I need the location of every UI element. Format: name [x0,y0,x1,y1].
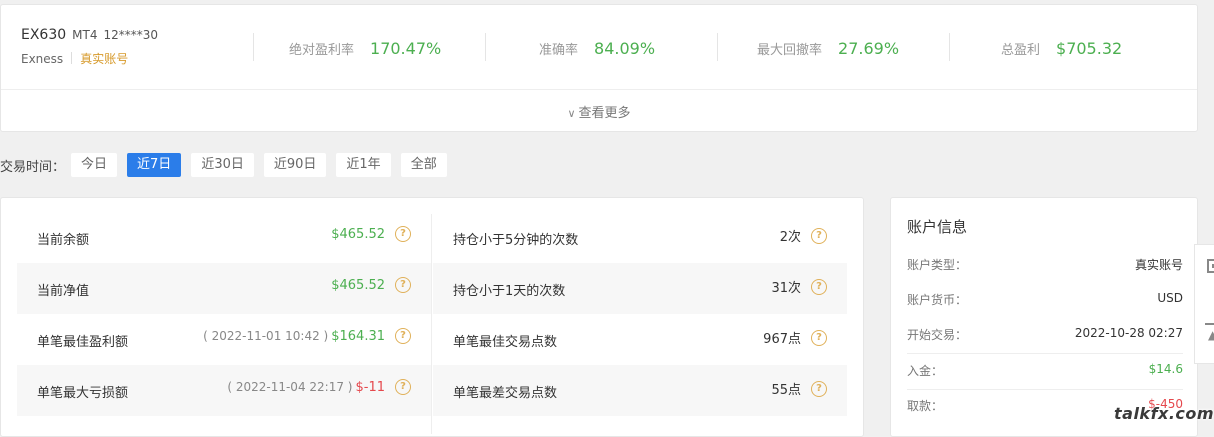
view-more-button[interactable]: ∨ 查看更多 [1,102,1197,121]
stat-value: 2次 [779,230,801,245]
stat-row-under-5min: 持仓小于5分钟的次数 2次? [433,212,847,263]
stat-value: $705.32 [1056,39,1123,58]
info-label: 账户类型： [907,258,968,272]
stat-row-best-profit: 单笔最佳盈利额 ( 2022-11-01 10:42 ) $164.31? [17,314,431,365]
account-info-card: 账户信息 账户类型： 真实账号 账户货币： USD 开始交易： 2022-10-… [890,197,1198,437]
filter-all[interactable]: 全部 [400,153,447,177]
info-label: 开始交易： [907,328,968,342]
help-icon[interactable]: ? [395,379,411,395]
back-to-top-icon[interactable]: ▲ [1205,323,1214,343]
divider [431,214,432,434]
divider [717,33,718,61]
info-label: 取款： [907,399,944,413]
info-row-deposit: 入金： $14.6 [907,362,1183,382]
stat-value: $465.52 [331,277,385,293]
account-platform: MT4 [72,28,98,42]
info-value: $14.6 [1148,362,1183,376]
stat-value: 27.69% [838,39,900,58]
account-type-badge: 真实账号 [80,52,129,66]
filter-90-days[interactable]: 近90日 [263,153,327,177]
account-subtitle: Exness 真实账号 [21,50,128,67]
stat-label: 当前净值 [37,284,90,299]
stat-label: 单笔最佳盈利额 [37,335,129,350]
divider [1,89,1197,90]
stat-row-equity: 当前净值 $465.52? [17,263,431,314]
stat-max-drawdown: 最大回撤率 27.69% [757,39,899,58]
divider [253,33,254,61]
stat-value: 84.09% [594,39,656,58]
stat-value: 55点 [771,383,801,398]
stat-absolute-return: 绝对盈利率 170.47% [289,39,441,58]
stat-label: 单笔最大亏损额 [37,386,129,401]
help-icon[interactable]: ? [811,227,827,244]
info-row-account-type: 账户类型： 真实账号 [907,256,1183,276]
divider [949,33,950,61]
filter-7-days[interactable]: 近7日 [127,153,182,177]
info-row-currency: 账户货币： USD [907,291,1183,311]
filter-30-days[interactable]: 近30日 [191,153,254,177]
trading-stats-panel: 当前余额 $465.52? 当前净值 $465.52? 单笔最佳盈利额 ( 20… [0,197,864,437]
divider [907,353,1183,354]
stat-row-balance: 当前余额 $465.52? [17,212,431,263]
divider [907,389,1183,390]
stat-timestamp: ( 2022-11-04 22:17 ) [227,380,353,394]
floating-toolbar: ▲ [1194,244,1214,364]
stat-label: 持仓小于5分钟的次数 [453,233,579,248]
stat-timestamp: ( 2022-11-01 10:42 ) [203,329,329,343]
broker-name: Exness [21,52,64,66]
time-filter: 交易时间： 今日 近7日 近30日 近90日 近1年 全部 [0,152,457,178]
stat-row-under-1day: 持仓小于1天的次数 31次? [433,263,847,314]
stat-row-worst-points: 单笔最差交易点数 55点? [433,365,847,416]
info-value: 真实账号 [1134,258,1183,272]
stat-label: 单笔最差交易点数 [453,386,558,401]
stat-value: $-11 [355,379,385,395]
stat-label: 总盈利 [1001,43,1041,58]
divider [71,52,73,64]
filter-1-year[interactable]: 近1年 [336,153,391,177]
stat-total-profit: 总盈利 $705.32 [1001,39,1122,58]
stat-label: 当前余额 [37,233,90,248]
help-icon[interactable]: ? [395,226,411,242]
info-label: 入金： [907,364,944,378]
time-filter-label: 交易时间： [0,159,66,175]
stats-column-right: 持仓小于5分钟的次数 2次? 持仓小于1天的次数 31次? 单笔最佳交易点数 9… [433,212,847,416]
watermark: talkfx.com [1114,404,1214,423]
stat-value: 967点 [763,332,801,347]
info-label: 账户货币： [907,293,968,307]
stat-row-max-loss: 单笔最大亏损额 ( 2022-11-04 22:17 ) $-11? [17,365,431,416]
qr-code-icon[interactable] [1207,259,1214,273]
stat-label: 绝对盈利率 [289,43,355,58]
stat-row-best-points: 单笔最佳交易点数 967点? [433,314,847,365]
account-name: EX630 [21,27,67,43]
help-icon[interactable]: ? [395,277,411,293]
info-value: USD [1157,291,1183,305]
help-icon[interactable]: ? [811,329,827,346]
stat-value: $465.52 [331,226,385,242]
stats-column-left: 当前余额 $465.52? 当前净值 $465.52? 单笔最佳盈利额 ( 20… [17,212,431,416]
divider [485,33,486,61]
stat-value: $164.31 [331,328,385,344]
stat-accuracy: 准确率 84.09% [539,39,655,58]
stat-label: 准确率 [539,43,579,58]
account-summary-card: EX630 MT4 12****30 Exness 真实账号 绝对盈利率 170.47%… [0,4,1198,132]
filter-today[interactable]: 今日 [71,153,118,177]
help-icon[interactable]: ? [811,278,827,295]
help-icon[interactable]: ? [811,380,827,397]
stat-value: 170.47% [370,39,442,58]
account-info-title: 账户信息 [907,218,968,236]
double-chevron-down-icon: ∨ [567,107,576,120]
stat-label: 持仓小于1天的次数 [453,284,566,299]
account-title: EX630 MT4 12****30 [21,27,158,43]
info-value: 2022-10-28 02:27 [1074,326,1183,340]
stat-value: 31次 [771,281,801,296]
account-number: 12****30 [103,28,159,42]
stat-label: 单笔最佳交易点数 [453,335,558,350]
help-icon[interactable]: ? [395,328,411,344]
info-row-start-date: 开始交易： 2022-10-28 02:27 [907,326,1183,346]
view-more-label: 查看更多 [578,106,631,121]
stat-label: 最大回撤率 [757,43,823,58]
